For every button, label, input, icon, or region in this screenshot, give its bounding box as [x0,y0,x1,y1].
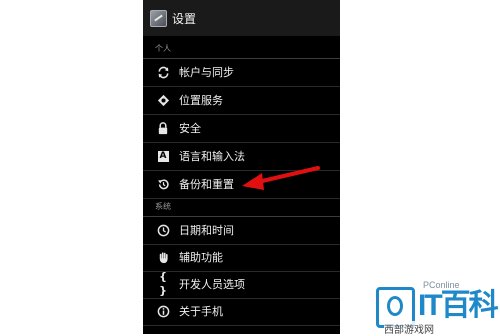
settings-item-security[interactable]: 安全 [143,114,340,143]
sync-icon [156,65,170,79]
section-label: 系统 [155,202,171,211]
settings-item-location[interactable]: 位置服务 [143,86,340,115]
location-icon [156,93,170,107]
settings-item-accounts-sync[interactable]: 帐户与同步 [143,58,340,87]
info-icon [156,304,170,318]
settings-item-label: 辅助功能 [179,251,223,264]
settings-item-label: 语言和输入法 [179,150,245,163]
section-header-system: 系统 [143,198,340,217]
settings-item-developer-options[interactable]: { } 开发人员选项 [143,270,340,299]
clock-icon [156,223,170,237]
settings-item-about-phone[interactable]: 关于手机 [143,297,340,326]
braces-icon: { } [159,270,167,297]
lock-icon [156,121,170,135]
title-bar: 设置 [143,0,340,36]
watermark-title: IT百科 [418,289,499,322]
section-label: 个人 [155,44,171,53]
settings-item-accessibility[interactable]: 辅助功能 [143,243,340,272]
settings-item-label: 安全 [179,122,201,135]
annotation-arrow-icon [242,166,320,190]
page-title: 设置 [172,11,197,26]
settings-item-label: 开发人员选项 [179,278,245,291]
settings-item-label: 关于手机 [179,305,223,318]
settings-item-label: 备份和重置 [179,178,234,191]
watermark: PConline IT百科 西部游戏网 [374,277,500,336]
settings-item-label: 帐户与同步 [179,66,234,79]
language-icon: A [156,149,170,163]
settings-item-label: 位置服务 [179,94,223,107]
settings-item-label: 日期和时间 [179,224,234,237]
section-header-personal: 个人 [143,40,340,59]
settings-app-icon [150,9,167,27]
settings-item-date-time[interactable]: 日期和时间 [143,216,340,245]
accessibility-hand-icon [156,250,170,264]
backup-restore-icon [156,177,170,191]
